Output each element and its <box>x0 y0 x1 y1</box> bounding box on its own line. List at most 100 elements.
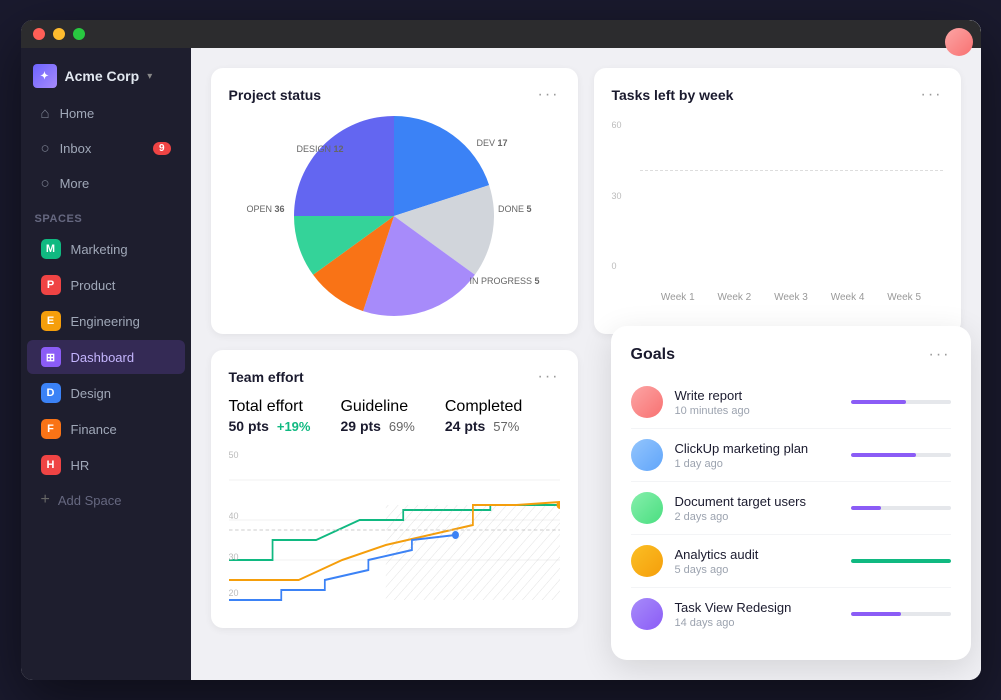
goal-time-4: 5 days ago <box>675 564 839 576</box>
tasks-menu[interactable]: ··· <box>921 86 943 104</box>
nav-more-label: More <box>60 176 90 191</box>
project-status-card: Project status ··· <box>211 68 578 334</box>
goal-progress-5 <box>851 612 951 616</box>
goal-progress-2 <box>851 453 951 457</box>
spaces-label: Spaces <box>21 201 191 231</box>
add-space-button[interactable]: + Add Space <box>27 484 185 516</box>
home-icon: ⌂ <box>41 105 50 122</box>
goals-header: Goals ··· <box>631 346 951 364</box>
goal-info-1: Write report 10 minutes ago <box>675 388 839 417</box>
week3-label: Week 3 <box>763 292 820 303</box>
goal-avatar-5 <box>631 598 663 630</box>
guideline-label: Guideline <box>340 398 408 415</box>
bar-x-labels: Week 1 Week 2 Week 3 Week 4 Week 5 <box>640 286 943 303</box>
guideline-stat: Guideline 29 pts 69% <box>340 398 414 434</box>
goal-avatar-2 <box>631 439 663 471</box>
goal-bar-3 <box>851 506 881 510</box>
close-button[interactable] <box>33 28 45 40</box>
goal-info-4: Analytics audit 5 days ago <box>675 547 839 576</box>
space-icon-hr: H <box>41 455 61 475</box>
goal-info-5: Task View Redesign 14 days ago <box>675 600 839 629</box>
line-y-20: 20 <box>229 588 239 598</box>
maximize-button[interactable] <box>73 28 85 40</box>
goal-avatar-4 <box>631 545 663 577</box>
company-header[interactable]: ✦ Acme Corp ▾ <box>21 48 191 96</box>
tasks-title: Tasks left by week <box>612 87 734 103</box>
nav-inbox-label: Inbox <box>60 141 92 156</box>
space-dashboard[interactable]: ⊞ Dashboard <box>27 340 185 374</box>
y-label-30: 30 <box>612 191 622 201</box>
total-effort-label: Total effort <box>229 398 303 415</box>
goal-item-2: ClickUp marketing plan 1 day ago <box>631 429 951 482</box>
space-icon-marketing: M <box>41 239 61 259</box>
space-finance[interactable]: F Finance <box>27 412 185 446</box>
space-label-engineering: Engineering <box>71 314 140 329</box>
space-label-dashboard: Dashboard <box>71 350 135 365</box>
team-effort-card: Team effort ··· Total effort 50 pts +19%… <box>211 350 578 628</box>
goal-item-3: Document target users 2 days ago <box>631 482 951 535</box>
completed-stat: Completed 24 pts 57% <box>445 398 522 434</box>
pie-svg <box>294 116 494 316</box>
line-y-30: 30 <box>229 552 239 562</box>
tasks-by-week-card: Tasks left by week ··· 60 30 0 <box>594 68 961 334</box>
inbox-icon: ○ <box>41 140 50 157</box>
user-avatar[interactable] <box>945 28 973 56</box>
team-effort-menu[interactable]: ··· <box>538 368 560 386</box>
goal-item-4: Analytics audit 5 days ago <box>631 535 951 588</box>
space-icon-engineering: E <box>41 311 61 331</box>
week1-label: Week 1 <box>650 292 707 303</box>
total-effort-change: +19% <box>277 419 311 434</box>
company-chevron-icon: ▾ <box>147 71 152 82</box>
more-icon: ○ <box>41 175 50 192</box>
space-icon-product: P <box>41 275 61 295</box>
goal-progress-4 <box>851 559 951 563</box>
goal-time-3: 2 days ago <box>675 511 839 523</box>
company-name: Acme Corp <box>65 68 140 84</box>
goal-time-5: 14 days ago <box>675 617 839 629</box>
goal-bar-1 <box>851 400 906 404</box>
space-design[interactable]: D Design <box>27 376 185 410</box>
goal-bar-2 <box>851 453 916 457</box>
goal-progress-3 <box>851 506 951 510</box>
project-status-title: Project status <box>229 87 322 103</box>
project-status-header: Project status ··· <box>229 86 560 104</box>
space-product[interactable]: P Product <box>27 268 185 302</box>
goal-name-1: Write report <box>675 388 839 403</box>
total-effort-value: 50 pts +19% <box>229 418 311 434</box>
team-effort-title: Team effort <box>229 369 304 385</box>
space-marketing[interactable]: M Marketing <box>27 232 185 266</box>
nav-more[interactable]: ○ More <box>27 167 185 200</box>
line-chart: 50 40 30 20 <box>229 450 560 610</box>
minimize-button[interactable] <box>53 28 65 40</box>
goals-menu[interactable]: ··· <box>929 346 951 364</box>
app-window: ✦ Acme Corp ▾ ⌂ Home ○ Inbox 9 ○ More Sp… <box>21 20 981 680</box>
goal-avatar-1 <box>631 386 663 418</box>
y-label-0: 0 <box>612 261 622 271</box>
space-label-design: Design <box>71 386 111 401</box>
inbox-badge: 9 <box>153 142 171 155</box>
nav-inbox[interactable]: ○ Inbox 9 <box>27 132 185 165</box>
nav-home[interactable]: ⌂ Home <box>27 97 185 130</box>
space-label-product: Product <box>71 278 116 293</box>
y-label-60: 60 <box>612 120 622 130</box>
sidebar: ✦ Acme Corp ▾ ⌂ Home ○ Inbox 9 ○ More Sp… <box>21 20 191 680</box>
space-icon-dashboard: ⊞ <box>41 347 61 367</box>
company-logo: ✦ <box>33 64 57 88</box>
space-engineering[interactable]: E Engineering <box>27 304 185 338</box>
pie-chart: DESIGN 12 DEV 17 DONE 5 IN PROGRESS 5 OP… <box>229 116 560 316</box>
goal-time-2: 1 day ago <box>675 458 839 470</box>
goal-name-3: Document target users <box>675 494 839 509</box>
goal-avatar-3 <box>631 492 663 524</box>
nav-home-label: Home <box>60 106 95 121</box>
goal-bar-4 <box>851 559 951 563</box>
space-hr[interactable]: H HR <box>27 448 185 482</box>
space-label-hr: HR <box>71 458 90 473</box>
goal-bar-5 <box>851 612 901 616</box>
line-y-50: 50 <box>229 450 239 460</box>
goals-card: Goals ··· Write report 10 minutes ago Cl… <box>611 326 971 660</box>
completed-pct: 57% <box>493 419 519 434</box>
week2-label: Week 2 <box>706 292 763 303</box>
project-status-menu[interactable]: ··· <box>538 86 560 104</box>
label-open: OPEN 36 <box>247 204 285 214</box>
goal-info-2: ClickUp marketing plan 1 day ago <box>675 441 839 470</box>
